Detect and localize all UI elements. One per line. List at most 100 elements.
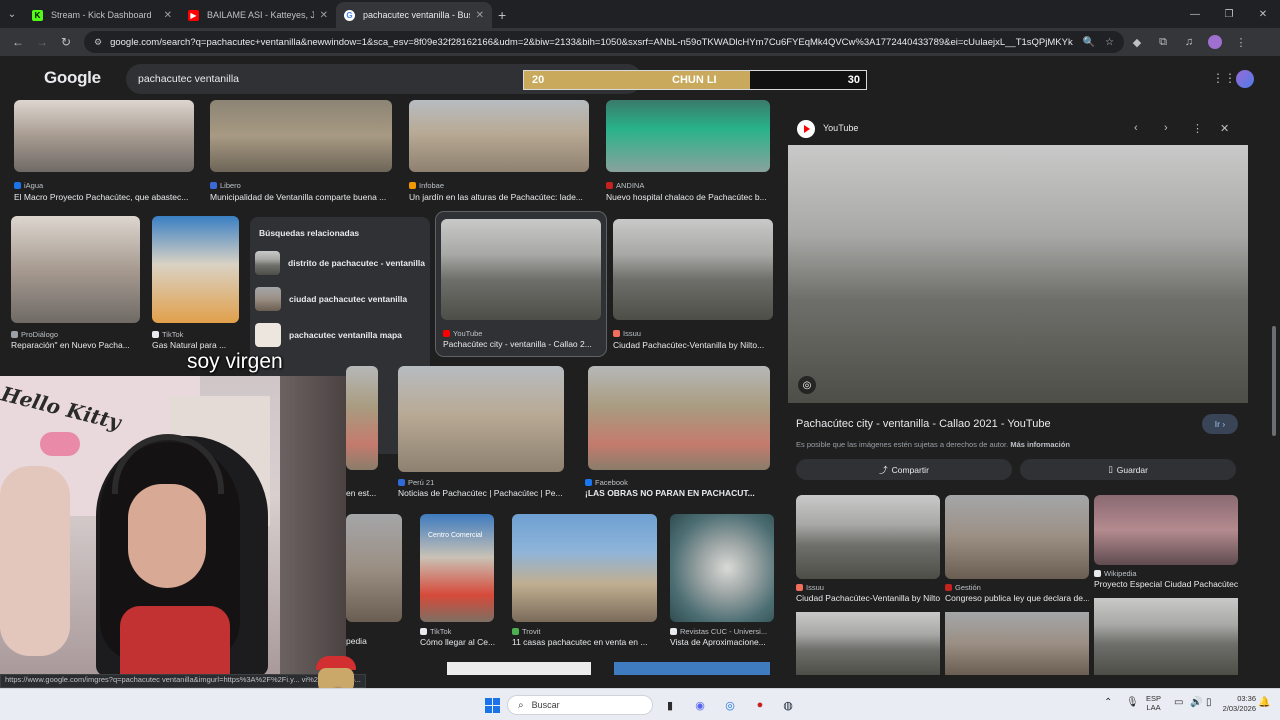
bookmark-star-icon[interactable]: ☆ (1105, 37, 1114, 48)
result-caption[interactable]: Vista de Aproximacione... (670, 637, 774, 647)
save-button[interactable]: ▯ Guardar (1020, 459, 1236, 480)
share-button[interactable]: ⤴ Compartir (796, 459, 1012, 480)
apps-grid-icon[interactable]: ⋮⋮ (1212, 71, 1236, 85)
close-tab-icon[interactable]: ✕ (164, 10, 172, 21)
result-caption[interactable]: Ciudad Pachacútec-Ventanilla by Nilto... (796, 593, 940, 603)
google-logo[interactable]: Google (44, 68, 101, 88)
taskbar-search[interactable]: ⌕ Buscar (507, 695, 653, 715)
new-tab-button[interactable]: + (498, 2, 506, 28)
close-window-icon[interactable]: ✕ (1246, 0, 1280, 28)
similar-thumbnail[interactable] (945, 612, 1089, 675)
close-tab-icon[interactable]: ✕ (476, 10, 484, 21)
preview-title[interactable]: Pachacútec city - ventanilla - Callao 20… (796, 418, 1051, 430)
image-result[interactable]: Infobae Un jardín en las alturas de Pach… (409, 100, 591, 204)
battery-icon[interactable]: ▯ (1206, 697, 1212, 708)
result-thumbnail[interactable] (441, 219, 601, 320)
result-thumbnail[interactable] (447, 662, 591, 675)
more-options-icon[interactable]: ⋮ (1192, 122, 1203, 135)
restore-icon[interactable]: ❐ (1212, 0, 1246, 28)
image-result[interactable]: en est... (346, 366, 378, 502)
result-thumbnail[interactable]: Centro Comercial (420, 514, 494, 622)
notifications-icon[interactable]: 🔔 (1258, 697, 1270, 708)
result-caption[interactable]: Proyecto Especial Ciudad Pachacútec -... (1094, 579, 1238, 589)
image-result[interactable]: Facebook ¡LAS OBRAS NO PARAN EN PACHACUT… (585, 366, 771, 502)
volume-icon[interactable]: 🔊 (1190, 697, 1202, 708)
image-result-selected[interactable]: YouTube Pachacútec city - ventanilla - C… (435, 211, 607, 357)
more-info-link[interactable]: Más información (1010, 440, 1070, 449)
extension-diamond-icon[interactable]: ◆ (1124, 36, 1150, 49)
result-caption[interactable]: en est... (346, 488, 378, 498)
tab-search-icon[interactable]: ⌄ (0, 0, 24, 28)
preview-site-name[interactable]: YouTube (823, 123, 858, 133)
address-bar[interactable]: ⚙ google.com/search?q=pachacutec+ventani… (84, 31, 1124, 53)
result-caption[interactable]: El Macro Proyecto Pachacútec, que abaste… (14, 192, 194, 202)
result-thumbnail[interactable] (614, 662, 770, 675)
result-caption[interactable]: Gas Natural para ... (152, 340, 240, 350)
back-icon[interactable]: ← (6, 35, 30, 49)
related-search-item[interactable]: distrito de pachacutec - ventanilla (255, 249, 425, 277)
result-caption[interactable]: Cómo llegar al Ce... (420, 637, 496, 647)
result-thumbnail[interactable] (152, 216, 239, 323)
tab-google-search[interactable]: G pachacutec ventanilla - Buscar c ✕ (336, 2, 492, 28)
image-result[interactable]: ProDiálogo Reparación" en Nuevo Pacha... (11, 216, 141, 354)
profile-avatar[interactable] (1208, 35, 1222, 49)
scrollbar-thumb[interactable] (1272, 326, 1276, 436)
result-thumbnail[interactable] (512, 514, 657, 622)
image-result[interactable]: pedia (346, 514, 404, 650)
related-search-item[interactable]: pachacutec ventanilla mapa (255, 321, 425, 349)
image-result[interactable]: Perú 21 Noticias de Pachacútec | Pachacú… (398, 366, 568, 502)
result-caption[interactable]: Reparación" en Nuevo Pacha... (11, 340, 141, 350)
result-thumbnail[interactable] (670, 514, 774, 622)
similar-thumbnail[interactable] (1094, 495, 1238, 565)
extensions-icon[interactable]: ⧉ (1150, 36, 1176, 49)
image-result[interactable]: Trovit 11 casas pachacutec en venta en .… (512, 514, 658, 650)
tab-kick[interactable]: K Stream - Kick Dashboard ✕ (24, 2, 180, 28)
reload-icon[interactable]: ↻ (54, 35, 78, 49)
language-indicator[interactable]: ESP LAA (1146, 694, 1161, 712)
similar-thumbnail[interactable] (945, 495, 1089, 579)
similar-image[interactable]: Gestión Congreso publica ley que declara… (945, 495, 1089, 605)
result-caption[interactable]: Congreso publica ley que declara de... (945, 593, 1089, 603)
chrome-icon[interactable]: ◎ (722, 697, 738, 713)
result-thumbnail[interactable] (398, 366, 564, 472)
similar-image[interactable]: Wikipedia Proyecto Especial Ciudad Pacha… (1094, 495, 1238, 591)
similar-thumbnail[interactable] (1094, 598, 1238, 675)
result-thumbnail[interactable] (409, 100, 589, 172)
result-caption[interactable]: Pachacútec city - ventanilla - Callao 2.… (443, 339, 601, 349)
similar-thumbnail[interactable] (796, 495, 940, 579)
image-result[interactable]: ANDINA Nuevo hospital chalaco de Pachacú… (606, 100, 772, 204)
result-caption[interactable]: Nuevo hospital chalaco de Pachacútec b..… (606, 192, 772, 202)
result-caption[interactable]: Municipalidad de Ventanilla comparte bue… (210, 192, 394, 202)
tray-chevron-icon[interactable]: ⌃ (1104, 697, 1112, 708)
similar-thumbnail[interactable] (796, 612, 940, 675)
close-tab-icon[interactable]: ✕ (320, 10, 328, 21)
microphone-icon[interactable]: 🎙 (1126, 697, 1139, 708)
image-result[interactable]: Revistas CUC - Universi... Vista de Apro… (670, 514, 774, 650)
page-scrollbar[interactable] (1270, 100, 1278, 675)
result-caption[interactable]: Ciudad Pachacútec-Ventanilla by Nilto... (613, 340, 773, 350)
result-caption[interactable]: Noticias de Pachacútec | Pachacútec | Pe… (398, 488, 568, 498)
site-info-icon[interactable]: ⚙ (94, 37, 102, 48)
result-thumbnail[interactable] (346, 514, 402, 622)
result-thumbnail[interactable] (346, 366, 378, 470)
result-thumbnail[interactable] (14, 100, 194, 172)
image-result[interactable]: Libero Municipalidad de Ventanilla compa… (210, 100, 394, 204)
taskbar-clock[interactable]: 03:36 2/03/2026 (1222, 694, 1256, 714)
discord-icon[interactable]: ◉ (692, 697, 708, 713)
media-icon[interactable]: ♫ (1176, 36, 1202, 48)
minimize-icon[interactable]: — (1178, 0, 1212, 28)
lens-icon[interactable]: ◎ (798, 376, 816, 394)
network-icon[interactable]: ▭ (1174, 697, 1183, 708)
image-result[interactable]: TikTok Gas Natural para ... (152, 216, 240, 354)
result-caption[interactable]: Un jardín en las alturas de Pachacútec: … (409, 192, 591, 202)
result-caption[interactable]: 11 casas pachacutec en venta en ... (512, 637, 658, 647)
result-caption[interactable]: ¡LAS OBRAS NO PARAN EN PACHACUT... (585, 488, 765, 498)
result-thumbnail[interactable] (588, 366, 770, 470)
tab-youtube[interactable]: ▶ BAILAME ASI - Katteyes, Jere Kl ✕ (180, 2, 336, 28)
menu-icon[interactable]: ⋮ (1228, 36, 1254, 49)
image-result[interactable]: Centro Comercial TikTok Cómo llegar al C… (420, 514, 496, 650)
obs-icon[interactable]: ● (752, 697, 768, 713)
previous-icon[interactable]: ‹ (1134, 122, 1138, 134)
windows-start-icon[interactable] (484, 697, 500, 713)
visit-button[interactable]: Ir › (1202, 414, 1238, 434)
